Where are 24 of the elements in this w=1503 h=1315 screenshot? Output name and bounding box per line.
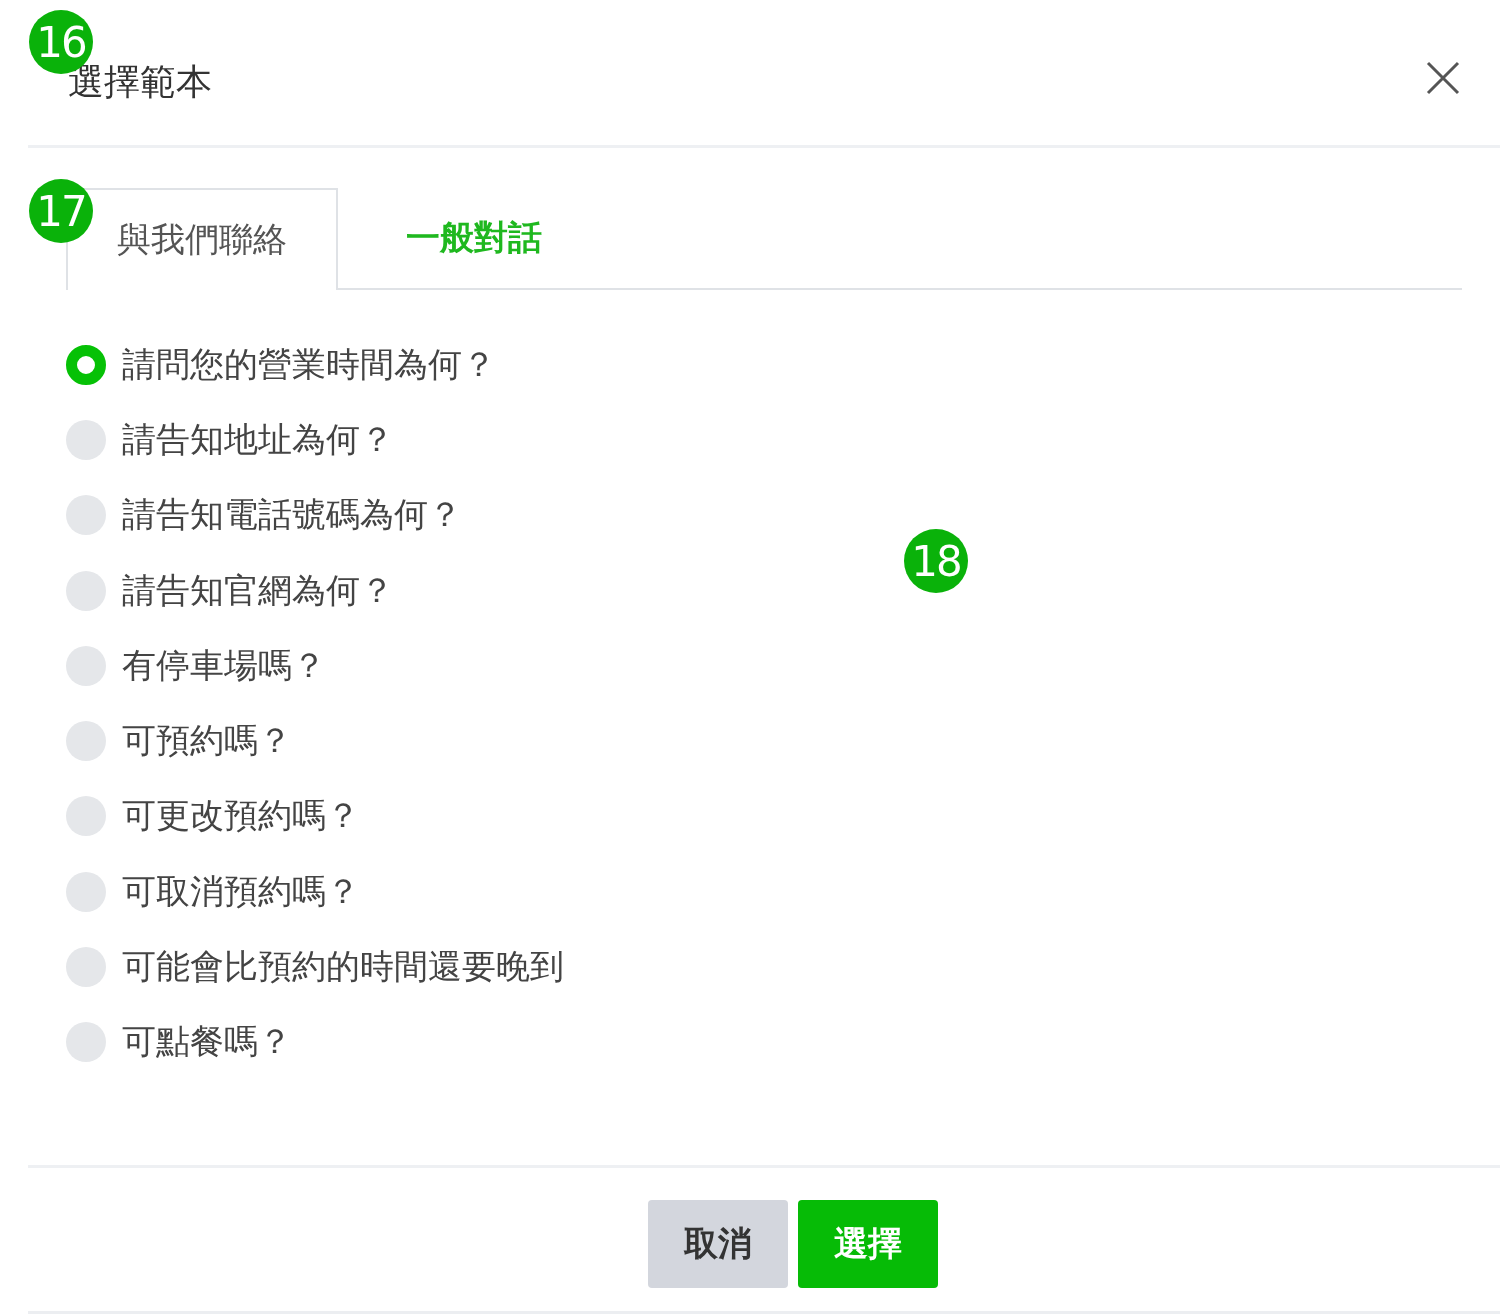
option-label: 請告知地址為何？ (122, 417, 394, 461)
option-label: 請告知官網為何？ (122, 568, 394, 612)
radio-button[interactable] (66, 419, 106, 460)
step-marker: 17 (29, 179, 93, 243)
radio-button[interactable] (66, 570, 106, 611)
radio-button[interactable] (66, 796, 106, 837)
radio-button[interactable] (66, 495, 106, 536)
option-label: 請告知電話號碼為何？ (122, 493, 462, 537)
option-label: 可取消預約嗎？ (122, 869, 360, 913)
radio-button[interactable] (66, 721, 106, 762)
radio-button[interactable] (66, 871, 106, 912)
step-marker: 18 (904, 529, 968, 593)
option-label: 有停車場嗎？ (122, 643, 326, 687)
option-label: 可能會比預約的時間還要晚到 (122, 945, 564, 988)
option-label: 請問您的營業時間為何？ (122, 342, 496, 386)
option-label: 可點餐嗎？ (122, 1020, 292, 1064)
radio-button[interactable] (66, 1022, 106, 1063)
option-label: 可更改預約嗎？ (122, 794, 360, 838)
radio-button[interactable] (66, 645, 106, 686)
cancel-button[interactable]: 取消 (648, 1199, 788, 1288)
radio-button[interactable] (66, 947, 106, 987)
option-label: 可預約嗎？ (122, 719, 292, 763)
radio-button[interactable] (66, 344, 106, 385)
close-icon[interactable] (1426, 60, 1460, 95)
